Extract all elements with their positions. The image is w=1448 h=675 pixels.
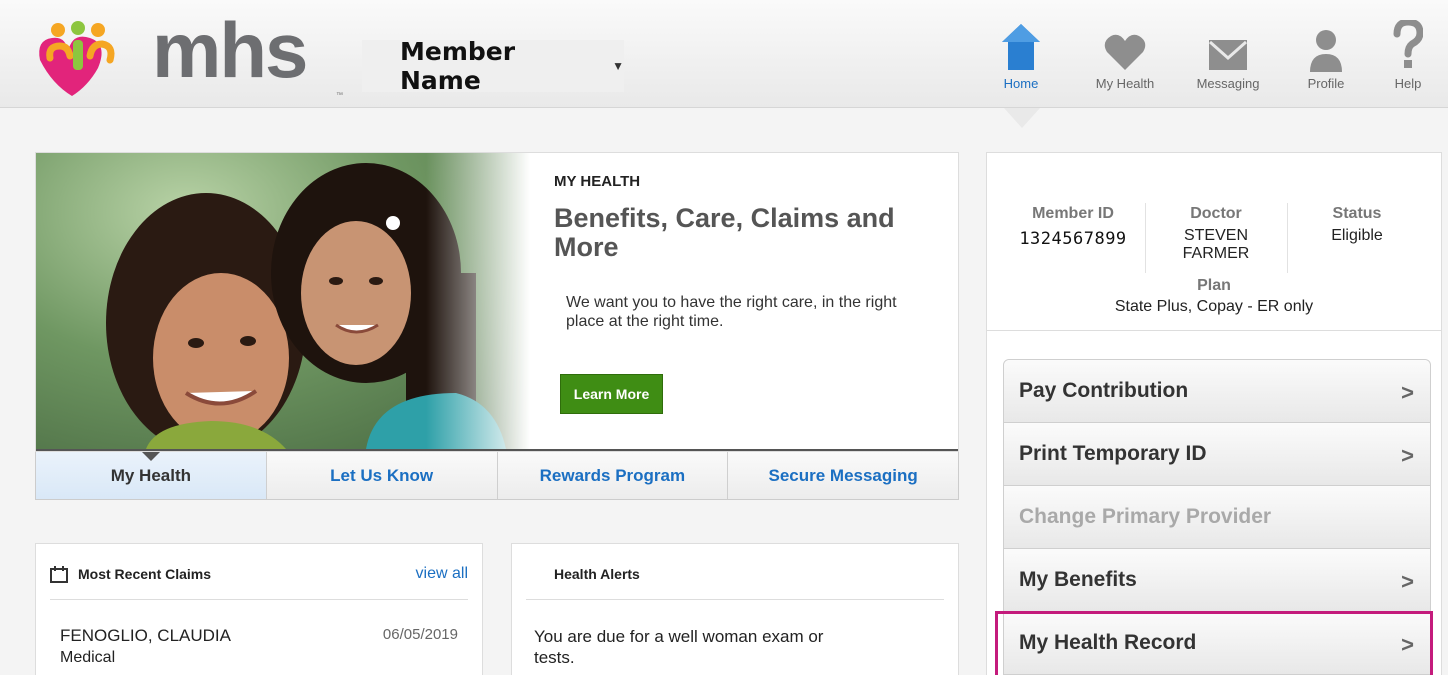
logo-wordmark: mhs [152,6,308,94]
nav-my-health-label: My Health [1095,76,1155,91]
member-id-block: Member ID 1324567899 [1001,205,1145,249]
plan-block: Plan State Plus, Copay - ER only [987,277,1441,316]
pay-contribution-button[interactable]: Pay Contribution > [1004,360,1430,423]
top-header: mhs ™ Member Name ▼ Home My Health Messa… [0,0,1448,108]
claim-patient-name[interactable]: FENOGLIO, CLAUDIA [60,626,231,646]
home-icon [998,18,1044,72]
member-name: Member Name [400,37,516,95]
view-all-link[interactable]: view all [416,565,468,583]
nav-profile[interactable]: Profile [1286,18,1366,91]
tab-my-health[interactable]: My Health [36,452,267,499]
claim-type: Medical [60,649,116,666]
nav-home-label: Home [1003,76,1039,91]
doctor-label: Doctor [1190,205,1242,222]
trademark-mark: ™ [336,92,343,99]
member-sidebar: Member ID 1324567899 Doctor STEVEN FARME… [986,152,1442,675]
envelope-icon [1205,18,1251,72]
tab-rewards-program[interactable]: Rewards Program [498,452,729,499]
status-label: Status [1332,205,1382,222]
caret-down-icon: ▼ [612,59,624,73]
member-selector[interactable]: Member Name ▼ [362,37,624,95]
chevron-right-icon: > [1401,443,1414,468]
family-logo-icon [39,21,115,96]
heart-icon [1102,18,1148,72]
chevron-right-icon: > [1401,380,1414,405]
hero-title: Benefits, Care, Claims and More [554,203,895,262]
tab-let-us-know[interactable]: Let Us Know [267,452,498,499]
health-alerts-panel: Health Alerts You are due for a well wom… [511,543,959,675]
member-id-label: Member ID [1032,205,1114,222]
change-primary-provider-button: Change Primary Provider [1004,486,1430,549]
tab-secure-messaging[interactable]: Secure Messaging [728,452,958,499]
hero-body: We want you to have the right care, in t… [566,294,897,330]
hero-text: MY HEALTH Benefits, Care, Claims and Mor… [554,173,944,331]
action-label: Change Primary Provider [1019,505,1272,528]
claims-header: Most Recent Claims view all [50,565,468,600]
alerts-title: Health Alerts [554,566,640,582]
claim-date: 06/05/2019 [382,626,458,643]
nav-my-health[interactable]: My Health [1085,18,1165,91]
nav-messaging[interactable]: Messaging [1188,18,1268,91]
alert-message: You are due for a well woman exam or tes… [534,627,824,667]
member-info-card: Member ID 1324567899 Doctor STEVEN FARME… [987,153,1441,331]
chevron-right-icon: > [1401,569,1414,594]
doctor-first-name: STEVEN [1183,227,1248,244]
print-temporary-id-button[interactable]: Print Temporary ID > [1004,423,1430,486]
section-tabs: My Health Let Us Know Rewards Program Se… [35,452,959,500]
plan-label: Plan [1197,277,1231,294]
nav-messaging-label: Messaging [1196,76,1260,91]
my-health-record-button[interactable]: My Health Record > [1004,612,1430,675]
mhs-logo[interactable]: mhs ™ [32,6,352,102]
alerts-header: Health Alerts [526,566,944,600]
hero-photo [36,153,536,449]
my-benefits-button[interactable]: My Benefits > [1004,549,1430,612]
quick-actions-menu: Pay Contribution > Print Temporary ID > … [1003,359,1431,675]
photo-fade [426,153,536,449]
nav-help[interactable]: Help [1368,18,1448,91]
action-label: My Health Record [1019,631,1197,654]
status-block: Status Eligible [1287,205,1427,245]
status-value: Eligible [1331,227,1383,244]
nav-home[interactable]: Home [981,18,1061,91]
doctor-last-name: FARMER [1182,245,1250,262]
hero-eyebrow: MY HEALTH [554,173,641,190]
person-icon [1303,18,1349,72]
nav-help-label: Help [1394,76,1422,91]
nav-profile-label: Profile [1307,76,1345,91]
learn-more-button[interactable]: Learn More [560,374,663,414]
member-id-value: 1324567899 [1019,229,1127,249]
action-label: Pay Contribution [1019,379,1189,402]
chevron-right-icon: > [1401,632,1414,657]
recent-claims-panel: Most Recent Claims view all FENOGLIO, CL… [35,543,483,675]
question-icon [1385,18,1431,72]
action-label: Print Temporary ID [1019,442,1207,465]
hero-banner: MY HEALTH Benefits, Care, Claims and Mor… [35,152,959,452]
claims-title: Most Recent Claims [78,566,212,582]
plan-value: State Plus, Copay - ER only [1114,298,1314,315]
doctor-block: Doctor STEVEN FARMER [1145,205,1287,263]
active-nav-pointer [1004,108,1040,128]
calendar-icon [50,566,68,583]
action-label: My Benefits [1019,568,1137,591]
